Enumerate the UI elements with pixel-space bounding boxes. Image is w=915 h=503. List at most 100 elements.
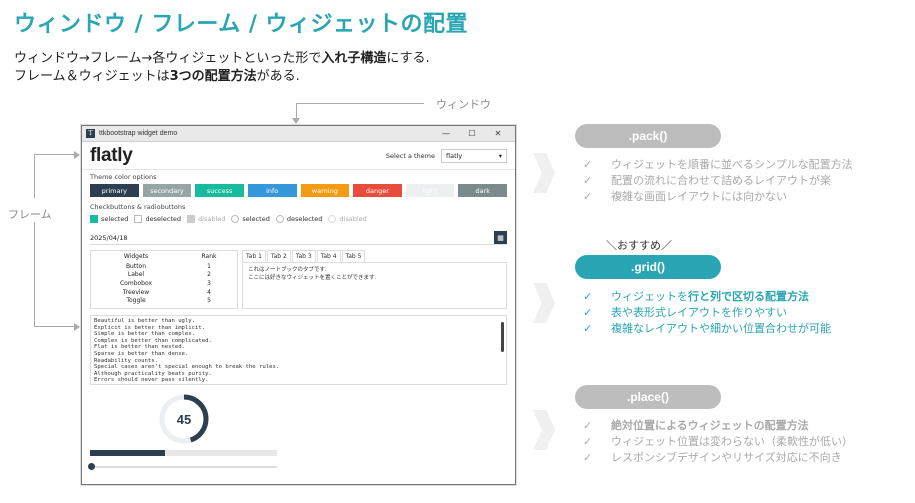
tab-3[interactable]: Tab 3	[291, 250, 316, 262]
table-row[interactable]: Button 1	[91, 262, 237, 271]
intro-line1-c: にする.	[386, 51, 430, 66]
color-button-secondary[interactable]: secondary	[142, 184, 192, 197]
color-button-row: primary secondary success info warning danger…	[82, 181, 515, 197]
notebook-text-1: これはノートブックのタブです.	[248, 267, 327, 273]
radio-deselected[interactable]	[275, 215, 284, 223]
scrollbar-thumb[interactable]	[501, 322, 504, 352]
color-button-dark[interactable]: dark	[458, 184, 507, 197]
color-button-light[interactable]: light	[405, 184, 455, 197]
frame-connector-left-top	[34, 154, 35, 198]
tree-cell-widget: Label	[127, 271, 145, 279]
color-button-info[interactable]: info	[247, 184, 297, 197]
intro-line1-b: 入れ子構造	[321, 51, 387, 66]
scale-handle[interactable]	[88, 463, 96, 470]
brand-title: flatly	[90, 144, 133, 166]
grid-pill: .grid()	[575, 255, 721, 279]
color-button-warning[interactable]: warning	[300, 184, 350, 197]
notebook-text-2: ここには好きなウィジェットを置くことができます.	[248, 275, 377, 281]
scale-track	[90, 466, 277, 468]
tab-1[interactable]: Tab 1	[242, 250, 266, 262]
checkbox-deselected[interactable]	[134, 215, 143, 223]
progress-bar	[90, 450, 277, 456]
pack-point-1-text: ウィジェットを順番に並べるシンプルな配置方法	[611, 158, 853, 171]
tree-cell-rank: 4	[207, 288, 211, 296]
maximize-icon[interactable]: ☐	[459, 129, 485, 138]
intro-line2-b: 3つの配置方法	[169, 69, 257, 84]
tree-header: Widgets Rank	[91, 251, 237, 262]
place-point-3-text: レスポンシブデザインやリサイズ対応に不向き	[611, 451, 842, 464]
minimize-icon[interactable]: —	[433, 129, 459, 138]
app-window: T ttkbootstrap widget demo — ☐ ✕ flatly …	[81, 125, 516, 485]
checkbox-selected-label: selected	[101, 215, 129, 223]
radio-deselected-label: deselected	[286, 215, 323, 223]
window-arrow-head	[292, 118, 300, 124]
intro-line2-a: フレーム＆ウィジェットは	[14, 69, 170, 84]
place-points: ✓ 絶対位置による ウィジェットの配置方法 ✓ ウィジェット位置は変わらない（柔軟性が…	[583, 418, 853, 466]
table-row[interactable]: Treeview 4	[91, 288, 237, 297]
place-point-1: ✓ 絶対位置による ウィジェットの配置方法	[583, 418, 853, 434]
recommend-label: ＼おすすめ／	[606, 239, 672, 252]
tree-cell-rank: 1	[207, 262, 211, 270]
grid-point-1-a: ウィジェットを	[611, 290, 688, 303]
treeview[interactable]: Widgets Rank Button 1 Label 2 Combobox 3 Treev…	[90, 250, 238, 309]
checkbox-selected[interactable]	[90, 215, 98, 223]
table-row[interactable]: Label 2	[91, 271, 237, 280]
tree-cell-rank: 5	[207, 297, 211, 305]
color-button-primary[interactable]: primary	[90, 184, 139, 197]
text-area[interactable]: Beautiful is better than ugly. Explicit i…	[90, 315, 507, 385]
check-radio-row: selected deselected disabled selected de…	[82, 211, 515, 223]
tree-cell-widget: Toggle	[126, 297, 146, 305]
frame-arrow-head-top	[74, 151, 80, 159]
text-line: Beautiful is better than ugly.	[94, 318, 196, 324]
checkbox-deselected-label: deselected	[145, 215, 182, 223]
color-button-success[interactable]: success	[195, 184, 244, 197]
pack-point-2: ✓ 配置の流れに合わせて詰めるレイアウトが楽	[583, 173, 853, 189]
grid-points: ✓ ウィジェットを 行と列で区切る配置方法 ✓ 表や表形式レイアウトを作りやすい ✓ 複…	[583, 289, 831, 337]
tab-4[interactable]: Tab 4	[316, 250, 341, 262]
pack-pill: .pack()	[575, 124, 721, 148]
color-button-danger[interactable]: danger	[353, 184, 402, 197]
check-icon: ✓	[583, 451, 593, 464]
progress-fill	[90, 450, 165, 456]
check-group-label: Checkbuttons & radiobuttons	[90, 203, 186, 211]
slide-title: ウィンドウ / フレーム / ウィジェットの配置	[14, 12, 469, 37]
app-icon: T	[86, 129, 95, 138]
window-title: ttkbootstrap widget demo	[99, 130, 178, 137]
theme-color-group-label: Theme color options	[90, 173, 157, 181]
check-icon: ✓	[583, 174, 593, 187]
mid-section: Widgets Rank Button 1 Label 2 Combobox 3 Treev…	[82, 245, 515, 309]
table-row[interactable]: Combobox 3	[91, 279, 237, 288]
calendar-icon[interactable]: ▦	[494, 231, 507, 244]
tree-header-widgets: Widgets	[123, 253, 149, 260]
date-entry[interactable]: 2025/04/18 ▦	[90, 231, 507, 245]
close-icon[interactable]: ✕	[485, 129, 511, 138]
notebook: Tab 1 Tab 2 Tab 3 Tab 4 Tab 5 これはノートブックのタブです…	[242, 250, 507, 309]
check-icon: ✓	[583, 322, 593, 335]
intro-line1-a: ウィンドウ→フレーム→各ウィジェットといった形で	[14, 51, 322, 66]
check-icon: ✓	[583, 435, 593, 448]
pack-point-1: ✓ ウィジェットを順番に並べるシンプルな配置方法	[583, 157, 853, 173]
frame-arrow-head-bottom	[74, 323, 80, 331]
checkbox-disabled	[187, 215, 196, 223]
title-bar: T ttkbootstrap widget demo — ☐ ✕	[82, 126, 515, 142]
theme-select-label: Select a theme	[385, 151, 435, 160]
intro-text: ウィンドウ→フレーム→各ウィジェットといった形で入れ子構造にする. フレーム＆ウ…	[14, 50, 430, 86]
table-row[interactable]: Toggle 5	[91, 296, 237, 305]
tab-5[interactable]: Tab 5	[341, 250, 366, 262]
radio-selected[interactable]	[231, 215, 240, 223]
check-icon: ✓	[583, 290, 593, 303]
grid-point-3-text: 複雑なレイアウトや細かい位置合わせが可能	[611, 322, 831, 335]
frame-connector-left-bottom	[34, 222, 35, 326]
intro-line2-c: がある.	[256, 69, 300, 84]
tree-header-rank: Rank	[201, 253, 217, 260]
tab-2[interactable]: Tab 2	[266, 250, 291, 262]
text-line: Readability counts.	[94, 357, 158, 364]
grid-point-2-text: 表や表形式レイアウトを作りやすい	[611, 306, 787, 319]
check-icon: ✓	[583, 190, 593, 203]
pack-point-3: ✓ 複雑な画面レイアウトには向かない	[583, 189, 853, 205]
theme-select[interactable]: flatly ▾	[441, 148, 507, 163]
window-label: ウィンドウ	[436, 98, 491, 111]
pack-point-2-text: 配置の流れに合わせて詰めるレイアウトが楽	[611, 174, 831, 187]
theme-select-value: flatly	[446, 151, 463, 160]
tree-cell-rank: 3	[207, 279, 211, 287]
